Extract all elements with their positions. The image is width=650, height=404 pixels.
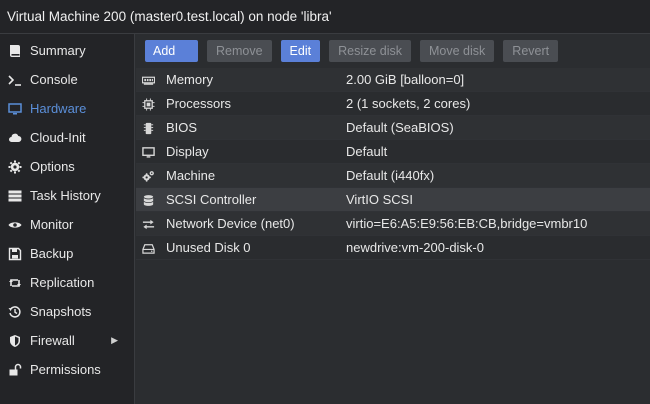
sidebar-item-label: Console: [30, 72, 78, 87]
row-name: SCSI Controller: [166, 192, 257, 207]
sidebar-item-monitor[interactable]: Monitor: [0, 210, 134, 239]
hardware-panel: Add Remove Edit Resize disk Move disk Re…: [136, 34, 650, 404]
table-row[interactable]: Unused Disk 0 newdrive:vm-200-disk-0: [136, 236, 650, 260]
row-name: Processors: [166, 96, 232, 111]
row-value: virtio=E6:A5:E9:56:EB:CB,bridge=vmbr10: [346, 216, 588, 231]
eye-icon: [6, 210, 24, 239]
sidebar-item-snapshots[interactable]: Snapshots: [0, 297, 134, 326]
edit-button[interactable]: Edit: [280, 40, 321, 62]
hardware-grid: Memory 2.00 GiB [balloon=0] Processors 2…: [136, 68, 650, 260]
floppy-icon: [6, 239, 24, 268]
row-name: BIOS: [166, 120, 198, 135]
chevron-right-icon[interactable]: ▶: [111, 326, 118, 355]
sidebar-item-label: Snapshots: [30, 304, 92, 319]
monitor-icon: [6, 94, 24, 123]
sidebar-item-replication[interactable]: Replication: [0, 268, 134, 297]
cogs-icon: [140, 164, 156, 188]
sidebar-item-label: Monitor: [30, 217, 74, 232]
add-button[interactable]: Add: [145, 40, 198, 62]
hdd-icon: [140, 236, 156, 260]
database-icon: [140, 188, 156, 212]
sidebar-item-options[interactable]: Options: [0, 152, 134, 181]
row-name: Network Device (net0): [166, 216, 295, 231]
row-value: Default (SeaBIOS): [346, 120, 454, 135]
sidebar-item-label: Hardware: [30, 101, 87, 116]
shield-icon: [6, 326, 24, 355]
table-row[interactable]: Processors 2 (1 sockets, 2 cores): [136, 92, 650, 116]
chip-icon: [140, 116, 156, 140]
sidebar-item-label: Replication: [30, 275, 95, 290]
sidebar-item-label: Backup: [30, 246, 74, 261]
toolbar: Add Remove Edit Resize disk Move disk Re…: [136, 34, 650, 68]
sidebar-item-hardware[interactable]: Hardware: [0, 94, 134, 123]
sidebar-item-console[interactable]: Console: [0, 65, 134, 94]
sidebar-item-label: Options: [30, 159, 75, 174]
table-row[interactable]: BIOS Default (SeaBIOS): [136, 116, 650, 140]
table-row[interactable]: Network Device (net0) virtio=E6:A5:E9:56…: [136, 212, 650, 236]
history-icon: [6, 297, 24, 326]
row-value: newdrive:vm-200-disk-0: [346, 240, 484, 255]
display-icon: [140, 140, 156, 164]
sidebar-item-label: Firewall: [30, 333, 75, 348]
book-icon: [6, 36, 24, 65]
sidebar-item-summary[interactable]: Summary: [0, 36, 134, 65]
sidebar-item-label: Summary: [30, 43, 86, 58]
resize-disk-button[interactable]: Resize disk: [329, 40, 412, 62]
row-value: Default: [346, 144, 388, 159]
sidebar-item-label: Task History: [30, 188, 101, 203]
memory-icon: [140, 68, 156, 92]
revert-button[interactable]: Revert: [503, 40, 559, 62]
gear-icon: [6, 152, 24, 181]
sidebar-item-task-history[interactable]: Task History: [0, 181, 134, 210]
exchange-icon: [140, 212, 156, 236]
row-name: Unused Disk 0: [166, 240, 251, 255]
row-name: Display: [166, 144, 209, 159]
terminal-icon: [6, 65, 24, 94]
table-row[interactable]: SCSI Controller VirtIO SCSI: [136, 188, 650, 212]
sidebar: Summary Console Hardware Cloud-Init Opti…: [0, 34, 135, 404]
row-value: 2 (1 sockets, 2 cores): [346, 96, 471, 111]
list-icon: [6, 181, 24, 210]
row-value: 2.00 GiB [balloon=0]: [346, 72, 465, 87]
cpu-icon: [140, 92, 156, 116]
sidebar-item-cloud-init[interactable]: Cloud-Init: [0, 123, 134, 152]
move-disk-button[interactable]: Move disk: [420, 40, 495, 62]
app-window: Virtual Machine 200 (master0.test.local)…: [0, 0, 650, 404]
table-row[interactable]: Display Default: [136, 140, 650, 164]
table-row[interactable]: Machine Default (i440fx): [136, 164, 650, 188]
retweet-icon: [6, 268, 24, 297]
page-title: Virtual Machine 200 (master0.test.local)…: [0, 0, 650, 34]
row-name: Memory: [166, 72, 213, 87]
sidebar-item-permissions[interactable]: Permissions: [0, 355, 134, 384]
row-name: Machine: [166, 168, 216, 183]
cloud-icon: [6, 123, 24, 152]
sidebar-item-label: Permissions: [30, 362, 101, 377]
row-value: VirtIO SCSI: [346, 192, 413, 207]
table-row[interactable]: Memory 2.00 GiB [balloon=0]: [136, 68, 650, 92]
remove-button[interactable]: Remove: [207, 40, 272, 62]
sidebar-item-label: Cloud-Init: [30, 130, 86, 145]
unlock-icon: [6, 355, 24, 384]
sidebar-item-backup[interactable]: Backup: [0, 239, 134, 268]
row-value: Default (i440fx): [346, 168, 435, 183]
sidebar-item-firewall[interactable]: Firewall ▶: [0, 326, 134, 355]
